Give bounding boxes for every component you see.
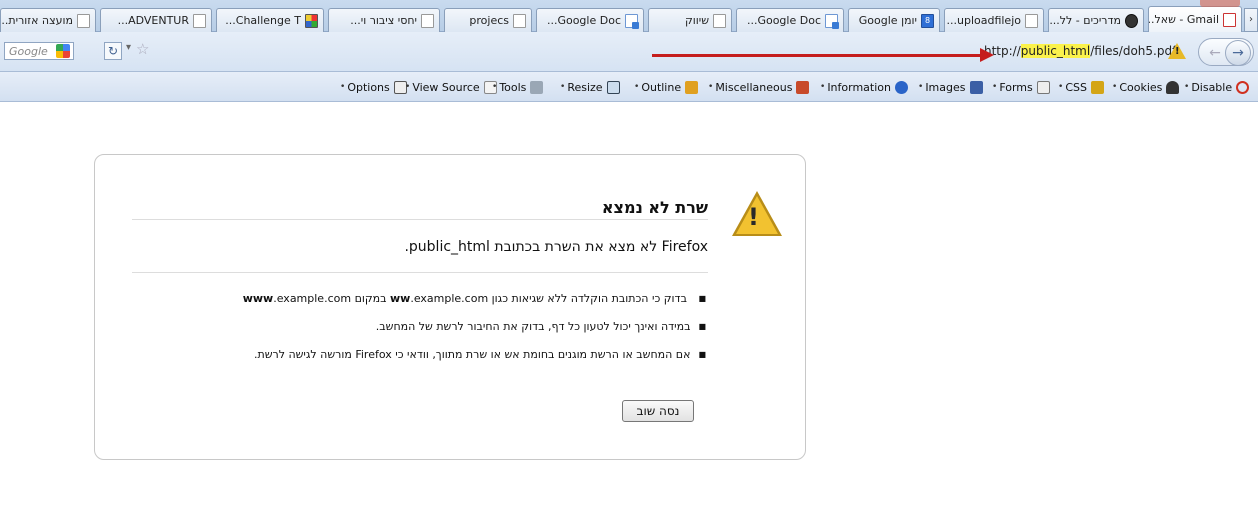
tab-label: יומן Google [858, 14, 917, 27]
url-suffix: /files/doh5.pdf [1090, 44, 1177, 58]
tab-7[interactable]: שיווק [648, 8, 732, 32]
tab-label: שיווק [684, 14, 709, 27]
devbar-tools[interactable]: • Tools [492, 78, 544, 96]
devbar-resize[interactable]: • Resize [560, 78, 620, 96]
tab-2[interactable]: ADVENTUR... [100, 8, 212, 32]
new-tab-strip [1200, 0, 1240, 7]
images-icon [969, 80, 983, 94]
forward-arrow-icon[interactable]: → [1225, 40, 1251, 66]
devbar-information[interactable]: • Information [820, 78, 908, 96]
tab-label: Gmail - שאל... [1148, 13, 1219, 26]
annotation-arrow [652, 54, 990, 57]
url-highlight: public_html [1020, 44, 1091, 58]
forms-icon [1036, 80, 1050, 94]
css-icon [1090, 80, 1104, 94]
calendar-icon: 8 [921, 13, 934, 28]
devbar-miscellaneous[interactable]: • Miscellaneous [708, 78, 810, 96]
suggestion-item: במידה ואינך יכול לטעון כל דף, בדוק את הח… [132, 318, 708, 346]
devbar-disable[interactable]: • Disable [1184, 78, 1250, 96]
suggestion-list: בדוק כי הכתובת הוקלדה ללא שגיאות כגון ww… [132, 290, 708, 374]
suggestion-item: אם המחשב או הרשת מוגנים בחומת אש או שרת … [132, 346, 708, 374]
tab-label: מועצה אזורית... [0, 14, 73, 27]
warning-icon[interactable] [1168, 43, 1186, 59]
devbar-images[interactable]: • Images [918, 78, 983, 96]
tab-label: ADVENTUR... [117, 14, 189, 27]
tab-3[interactable]: Challenge T... [216, 8, 324, 32]
globe-icon [1125, 13, 1138, 28]
doc-icon [1025, 13, 1038, 28]
exclamation-icon: ! [748, 203, 759, 231]
cookies-icon [1166, 80, 1180, 94]
joomla-icon [305, 13, 318, 28]
disable-icon [1236, 80, 1250, 94]
tab-label: Google Doc... [546, 14, 621, 27]
tab-label: מדריכים - לל... [1049, 14, 1121, 27]
information-icon [895, 80, 908, 94]
tab-scroll-right-icon[interactable]: › [1244, 8, 1258, 32]
devbar-options[interactable]: • Options [340, 78, 407, 96]
error-title: שרת לא נמצא [601, 198, 708, 217]
tab-11[interactable]: מדריכים - לל... [1048, 8, 1144, 32]
url-bar[interactable]: http://public_html/files/doh5.pdf [984, 42, 1176, 61]
chevron-down-icon[interactable]: ▾ [126, 42, 131, 53]
doc-icon [77, 13, 90, 28]
tab-label: projecs [469, 14, 509, 27]
tab-4[interactable]: יחסי ציבור וי... [328, 8, 440, 32]
web-developer-toolbar: • Options • View Source • Tools • Resize • Ou… [0, 72, 1258, 102]
tab-6[interactable]: Google Doc... [536, 8, 644, 32]
bookmark-star-icon[interactable]: ☆ [136, 40, 149, 58]
divider [132, 272, 708, 273]
gmail-icon [1223, 12, 1236, 27]
devbar-forms[interactable]: • Forms [992, 78, 1050, 96]
tab-1[interactable]: מועצה אזורית... [0, 8, 96, 32]
devbar-css[interactable]: • CSS [1058, 78, 1104, 96]
resize-icon [606, 80, 620, 94]
tools-icon [530, 80, 544, 94]
doc-icon [513, 13, 526, 28]
tab-bar: מועצה אזורית... ADVENTUR... Challenge T.… [0, 0, 1258, 32]
tab-label: Challenge T... [225, 14, 301, 27]
tab-8[interactable]: Google Doc... [736, 8, 844, 32]
suggestion-item: בדוק כי הכתובת הוקלדה ללא שגיאות כגון ww… [132, 290, 708, 318]
devbar-view-source[interactable]: • View Source [405, 78, 497, 96]
devbar-outline[interactable]: • Outline [634, 78, 699, 96]
back-arrow-icon[interactable]: ← [1205, 43, 1225, 63]
doc-icon [421, 13, 434, 28]
tab-label: יחסי ציבור וי... [350, 14, 417, 27]
nav-buttons: ← → [1198, 38, 1254, 66]
outline-icon [685, 80, 699, 94]
divider [132, 219, 708, 220]
tab-12-active[interactable]: Gmail - שאל... [1148, 6, 1242, 32]
doc-icon [193, 13, 206, 28]
miscellaneous-icon [796, 80, 810, 94]
tab-label: Google Doc... [746, 14, 821, 27]
error-description: Firefox לא מצא את השרת בכתובת public_htm… [404, 239, 708, 255]
annotation-arrow-head [980, 48, 994, 62]
reload-icon[interactable]: ↻ [104, 42, 122, 60]
try-again-button[interactable]: נסה שוב [622, 400, 694, 422]
docs-icon [825, 13, 839, 29]
tab-5[interactable]: projecs [444, 8, 532, 32]
google-logo-icon[interactable] [56, 44, 70, 58]
navigation-bar: Google ↻ ▾ ☆ http://public_html/files/do… [0, 32, 1258, 72]
doc-icon [713, 13, 726, 28]
tab-10[interactable]: uploadfilejo... [944, 8, 1044, 32]
tab-9[interactable]: 8 יומן Google [848, 8, 940, 32]
devbar-cookies[interactable]: • Cookies [1112, 78, 1180, 96]
tab-label: uploadfilejo... [946, 14, 1021, 27]
docs-icon [625, 13, 639, 29]
